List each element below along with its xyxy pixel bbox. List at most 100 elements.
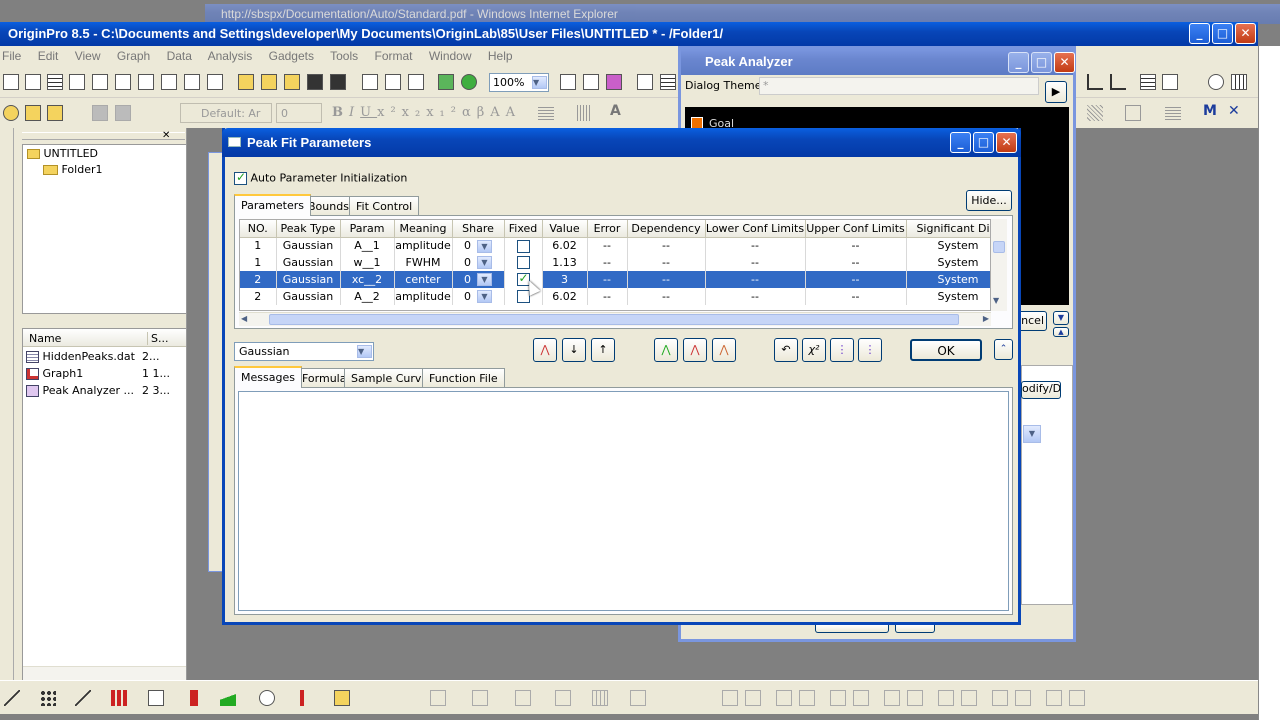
grid-vertical-scrollbar[interactable]: ▼: [991, 219, 1007, 311]
rescale-icon[interactable]: [92, 105, 108, 121]
list-item[interactable]: Peak Analyzer ... 2 3...: [26, 384, 184, 397]
menu-file[interactable]: File: [2, 49, 21, 63]
auto-init-row[interactable]: Auto Parameter Initialization: [234, 170, 407, 185]
import-multiple-icon[interactable]: [408, 74, 424, 90]
font-size-down-icon[interactable]: A: [506, 105, 521, 120]
menu-tools[interactable]: Tools: [330, 49, 358, 63]
bold-icon[interactable]: B: [332, 105, 349, 120]
align-top-icon[interactable]: [722, 690, 738, 706]
import-icon[interactable]: [362, 74, 378, 90]
chevron-down-icon[interactable]: ▼: [477, 273, 492, 287]
open-excel-icon[interactable]: [261, 74, 277, 90]
menu-edit[interactable]: Edit: [38, 49, 59, 63]
distribute-v-icon[interactable]: [853, 690, 869, 706]
clock-icon[interactable]: [1208, 74, 1224, 90]
back-icon[interactable]: [961, 690, 977, 706]
align-left-icon[interactable]: [430, 690, 446, 706]
layer-tools-icon[interactable]: [1110, 74, 1126, 90]
new-function-icon[interactable]: [138, 74, 154, 90]
peak-green-button[interactable]: ⋀: [654, 338, 678, 362]
supsub-icon[interactable]: x₁²: [426, 105, 462, 120]
hide-button[interactable]: Hide...: [966, 190, 1012, 211]
collapse-button[interactable]: ⌃: [994, 339, 1013, 360]
scroll-right-icon[interactable]: ▶: [983, 314, 989, 323]
tree-folder1[interactable]: Folder1: [43, 163, 103, 176]
close-icon[interactable]: ✕: [162, 130, 170, 141]
col-upper-conf[interactable]: Upper Conf Limits: [805, 220, 907, 238]
chevron-down-icon[interactable]: ▼: [477, 239, 492, 253]
font-size-up-icon[interactable]: A: [490, 105, 505, 120]
dialog-close-button[interactable]: ✕: [996, 132, 1017, 153]
cell-type[interactable]: Gaussian: [276, 271, 341, 288]
file-list-scrollbar[interactable]: [23, 666, 186, 680]
new-graph-icon[interactable]: [92, 74, 108, 90]
save-template-icon[interactable]: [330, 74, 346, 90]
col-error[interactable]: Error: [587, 220, 628, 238]
plot-icon[interactable]: [3, 105, 19, 121]
cell-type[interactable]: Gaussian: [276, 288, 341, 305]
col-lower-conf[interactable]: Lower Conf Limits: [705, 220, 806, 238]
plot-3d-icon[interactable]: [148, 690, 164, 706]
scroll-down-icon[interactable]: ▼: [993, 296, 999, 305]
pa-minimize-button[interactable]: _: [1008, 52, 1029, 73]
pa-bottom-button-1[interactable]: [815, 625, 889, 633]
arrange-icon[interactable]: [472, 690, 488, 706]
image-icon[interactable]: [630, 690, 646, 706]
chevron-down-icon[interactable]: ▼: [477, 256, 492, 270]
layer-icon[interactable]: [1046, 690, 1062, 706]
expand-button[interactable]: ▲: [1053, 327, 1069, 337]
cell-fixed[interactable]: [504, 237, 543, 254]
menu-analysis[interactable]: Analysis: [208, 49, 253, 63]
align-bottom-icon[interactable]: [745, 690, 761, 706]
distribute-h-icon[interactable]: [830, 690, 846, 706]
maximize-button[interactable]: □: [1212, 23, 1233, 44]
menu-format[interactable]: Format: [374, 49, 412, 63]
template-icon[interactable]: [334, 690, 350, 706]
graph-tools-icon[interactable]: [1087, 74, 1103, 90]
line-symbol-icon[interactable]: [75, 690, 91, 706]
new-folder-icon[interactable]: [25, 74, 41, 90]
tab-fit-control[interactable]: Fit Control: [349, 196, 420, 216]
cell-value[interactable]: 6.02: [542, 288, 588, 305]
open-template-icon[interactable]: [238, 74, 254, 90]
list-icon[interactable]: [1140, 74, 1156, 90]
dialog-theme-select[interactable]: *: [759, 77, 1039, 95]
results-log-icon[interactable]: [660, 74, 676, 90]
fill-pattern-icon[interactable]: [1087, 105, 1103, 121]
front-icon[interactable]: [938, 690, 954, 706]
line-pattern-icon[interactable]: [575, 105, 591, 121]
scroll-left-icon[interactable]: ◀: [241, 314, 247, 323]
tools-icon[interactable]: [115, 105, 131, 121]
cell-share[interactable]: 0 ▼: [452, 271, 505, 288]
column-name[interactable]: Name: [29, 332, 61, 345]
modify-button[interactable]: odify/D: [1021, 381, 1061, 399]
menu-data[interactable]: Data: [167, 49, 192, 63]
cancel-button[interactable]: ncel: [1017, 311, 1047, 331]
close-button[interactable]: ✕: [1235, 23, 1256, 44]
tab-parameters[interactable]: Parameters: [234, 194, 311, 216]
cell-value[interactable]: 6.02: [542, 237, 588, 254]
scroll-thumb[interactable]: [269, 314, 959, 325]
table-row[interactable]: 1 Gaussian w__1 FWHM 0 ▼ 1.13 -- -- -- --…: [240, 254, 990, 271]
cell-share[interactable]: 0 ▼: [452, 254, 505, 271]
menu-graph[interactable]: Graph: [117, 49, 150, 63]
open-icon[interactable]: [207, 74, 223, 90]
scroll-thumb[interactable]: [993, 241, 1005, 253]
group-icon[interactable]: [515, 690, 531, 706]
col-peak-type[interactable]: Peak Type: [276, 220, 341, 238]
cell-value[interactable]: 3: [542, 271, 588, 288]
export-icon[interactable]: [606, 74, 622, 90]
grid-icon[interactable]: [592, 690, 608, 706]
line-icon[interactable]: [4, 690, 20, 706]
cell-sig[interactable]: System: [906, 271, 990, 288]
col-no[interactable]: NO.: [240, 220, 277, 238]
new-matrix-icon[interactable]: [115, 74, 131, 90]
same-height-icon[interactable]: [907, 690, 923, 706]
table-row[interactable]: 2 Gaussian A__2 amplitude 0 ▼ 6.02 -- -- …: [240, 288, 990, 305]
collapse-up-button[interactable]: ▼: [1053, 311, 1069, 325]
duplicate-icon[interactable]: [438, 74, 454, 90]
list-item[interactable]: HiddenPeaks.dat 2...: [26, 350, 184, 363]
chevron-down-icon[interactable]: ▼: [477, 290, 492, 304]
cell-value[interactable]: 1.13: [542, 254, 588, 271]
minimize-button[interactable]: _: [1189, 23, 1210, 44]
